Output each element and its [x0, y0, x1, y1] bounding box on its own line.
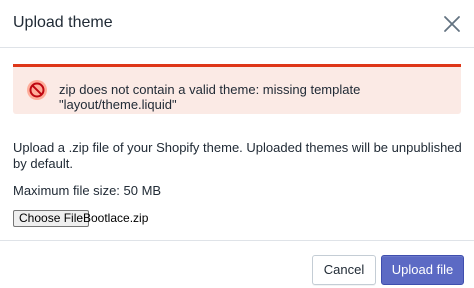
- error-message-line2: "layout/theme.liquid": [59, 97, 177, 112]
- error-message: zip does not contain a valid theme: miss…: [59, 82, 419, 112]
- modal-title: Upload theme: [13, 14, 113, 31]
- cancel-button[interactable]: Cancel: [312, 255, 376, 285]
- upload-file-button[interactable]: Upload file: [381, 255, 464, 285]
- error-icon: [26, 79, 48, 101]
- error-message-line1: zip does not contain a valid theme: miss…: [59, 82, 361, 97]
- choose-file-button[interactable]: Choose File: [13, 210, 90, 227]
- close-icon: [444, 16, 460, 32]
- selected-file-name: Bootlace.zip: [83, 211, 149, 225]
- modal-footer: Cancel Upload file: [0, 240, 474, 288]
- error-banner: zip does not contain a valid theme: miss…: [13, 64, 461, 114]
- upload-description: Upload a .zip file of your Shopify theme…: [13, 140, 462, 171]
- max-file-size: Maximum file size: 50 MB: [13, 183, 162, 198]
- upload-theme-modal: Upload theme zip does not contain a vali…: [0, 0, 474, 288]
- modal-header: Upload theme: [0, 0, 474, 48]
- close-button[interactable]: [438, 10, 466, 38]
